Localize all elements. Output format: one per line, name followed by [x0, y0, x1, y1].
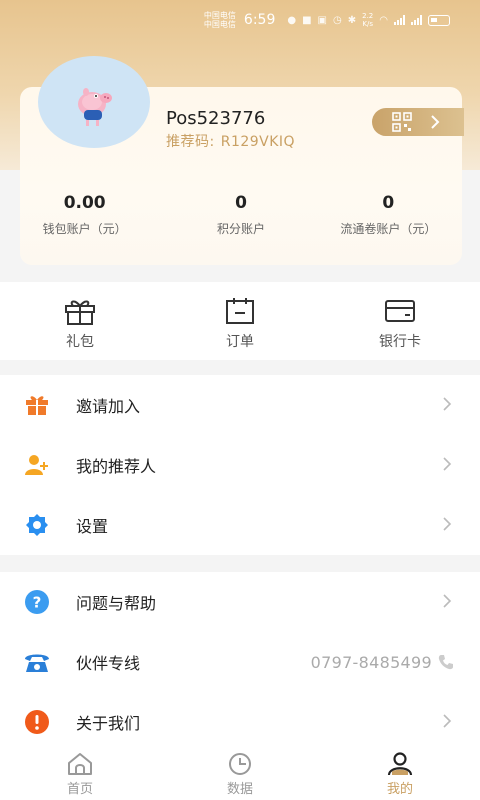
- svg-text:?: ?: [33, 594, 42, 612]
- menu-label: 伙伴专线: [76, 654, 141, 673]
- menu-item-settings[interactable]: 设置: [0, 495, 480, 555]
- order-icon: [226, 298, 254, 324]
- chat-notification-icon: ●: [287, 14, 297, 26]
- telephone-icon: [24, 649, 50, 675]
- account-summary: 0.00 钱包账户（元） 0 积分账户 0 流通卷账户（元）: [20, 193, 462, 237]
- menu-group-account: 邀请加入 我的推荐人 设置: [0, 375, 480, 555]
- tab-mine[interactable]: 我的: [320, 748, 480, 800]
- pig-avatar-icon: [78, 88, 112, 126]
- menu-label: 关于我们: [76, 714, 141, 733]
- question-icon: ?: [24, 589, 50, 615]
- home-icon: [68, 753, 92, 775]
- account-label: 钱包账户（元）: [42, 222, 127, 236]
- menu-item-my-referrer[interactable]: 我的推荐人: [0, 435, 480, 495]
- tab-label: 数据: [226, 782, 253, 797]
- account-value: 0: [382, 193, 395, 213]
- network-speed: 2.2 K/s: [362, 12, 374, 28]
- status-bar: 中国电信 中国电信 6:59 ● ■ ▣ ◷ ✱ 2.2 K/s ◠: [0, 0, 480, 40]
- chevron-right-icon: [443, 517, 452, 531]
- chevron-right-icon: [443, 397, 452, 411]
- menu-label: 邀请加入: [76, 397, 141, 416]
- chevron-right-icon: [431, 115, 440, 129]
- menu-item-about-us[interactable]: 关于我们: [0, 692, 480, 752]
- quick-action-order[interactable]: 订单: [160, 282, 320, 360]
- quick-action-label: 礼包: [66, 334, 94, 350]
- gear-icon: [24, 512, 50, 538]
- quick-action-bank-card[interactable]: 银行卡: [320, 282, 480, 360]
- referral-code-value[interactable]: R129VKIQ: [221, 134, 295, 150]
- menu-group-support: ? 问题与帮助 伙伴专线 0797-8485499 关于我们: [0, 572, 480, 752]
- chevron-right-icon: [443, 457, 452, 471]
- menu-item-invite[interactable]: 邀请加入: [0, 375, 480, 435]
- avatar[interactable]: [38, 56, 150, 148]
- quick-action-label: 银行卡: [379, 334, 421, 350]
- carrier-labels: 中国电信 中国电信: [204, 11, 236, 29]
- clock-icon: [229, 753, 251, 775]
- signal-2-icon: [411, 15, 422, 25]
- bottom-tab-bar: 首页 数据 我的: [0, 748, 480, 800]
- signal-icon: [394, 15, 405, 25]
- quick-action-gift[interactable]: 礼包: [0, 282, 160, 360]
- app-notification-icon: ■: [302, 14, 312, 26]
- chevron-right-icon: [443, 594, 452, 608]
- user-add-icon: [24, 452, 50, 478]
- battery-icon: [428, 14, 450, 26]
- menu-label: 问题与帮助: [76, 594, 157, 613]
- tab-home[interactable]: 首页: [0, 748, 160, 800]
- menu-item-partner-hotline[interactable]: 伙伴专线 0797-8485499: [0, 632, 480, 692]
- menu-label: 我的推荐人: [76, 457, 157, 476]
- wallet-account[interactable]: 0.00 钱包账户（元）: [20, 193, 167, 237]
- quick-actions: 礼包 订单 银行卡: [0, 282, 480, 360]
- hotline-number[interactable]: 0797-8485499: [311, 653, 432, 672]
- alarm-icon: ◷: [333, 14, 342, 26]
- username: Pos523776: [166, 108, 266, 129]
- qr-code-button[interactable]: [372, 108, 464, 136]
- referral-code-label: 推荐码:: [166, 134, 215, 150]
- tab-data[interactable]: 数据: [160, 748, 320, 800]
- account-value: 0: [235, 193, 247, 213]
- clock-time: 6:59: [243, 12, 276, 28]
- chevron-right-icon: [443, 714, 452, 728]
- account-label: 积分账户: [216, 222, 265, 236]
- user-icon: [387, 752, 413, 776]
- invite-gift-icon: [24, 392, 50, 418]
- alert-icon: [24, 709, 50, 735]
- tab-label: 我的: [386, 782, 413, 797]
- bank-card-icon: [385, 300, 415, 322]
- tab-label: 首页: [66, 782, 93, 797]
- quick-action-label: 订单: [226, 334, 254, 350]
- qr-code-icon: [392, 112, 412, 132]
- carrier-2: 中国电信: [203, 20, 236, 29]
- points-account[interactable]: 0 积分账户: [167, 193, 314, 237]
- referral-code-row: 推荐码: R129VKIQ: [166, 131, 295, 151]
- gift-icon: [65, 300, 95, 325]
- account-label: 流通卷账户（元）: [340, 222, 437, 236]
- carrier-1: 中国电信: [203, 11, 236, 20]
- voucher-account[interactable]: 0 流通卷账户（元）: [315, 193, 462, 237]
- phone-icon[interactable]: [438, 654, 454, 670]
- bluetooth-icon: ✱: [347, 14, 357, 26]
- nfc-icon: ▣: [317, 14, 327, 26]
- menu-item-help[interactable]: ? 问题与帮助: [0, 572, 480, 632]
- menu-label: 设置: [76, 517, 109, 536]
- account-value: 0.00: [63, 193, 106, 213]
- wifi-icon: ◠: [379, 14, 388, 26]
